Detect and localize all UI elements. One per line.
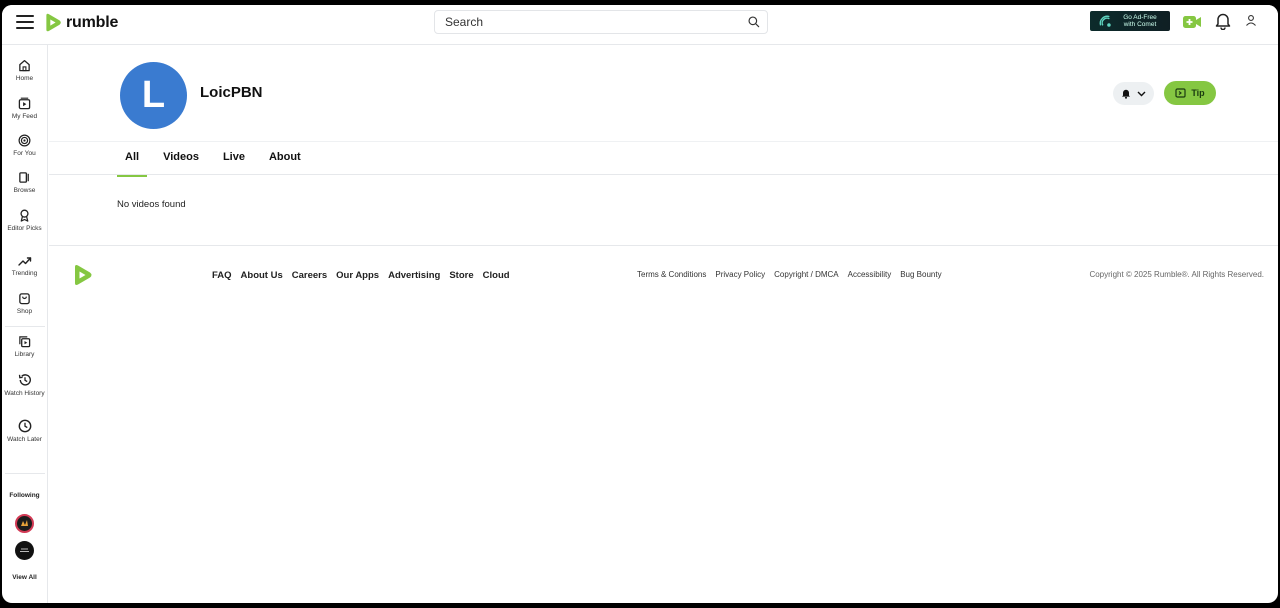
- sidebar-item-watch-later[interactable]: Watch Later: [2, 419, 47, 444]
- upload-video-icon[interactable]: [1182, 14, 1202, 30]
- top-header: rumble Go Ad-Free with Comet: [2, 5, 1278, 45]
- footer-link-about-us[interactable]: About Us: [241, 270, 283, 281]
- sidebar-item-label: Watch Later: [7, 436, 42, 443]
- tabs-divider: [49, 174, 1278, 175]
- left-sidebar: Home My Feed For You Browse Editor Picks…: [2, 45, 48, 603]
- search-box[interactable]: [434, 10, 768, 34]
- sidebar-item-label: Browse: [13, 187, 36, 194]
- sidebar-divider: [5, 473, 45, 474]
- bell-icon: [1122, 89, 1130, 99]
- sidebar-item-library[interactable]: Library: [2, 335, 47, 359]
- footer-rumble-logo[interactable]: [70, 263, 94, 292]
- legal-link-terms[interactable]: Terms & Conditions: [637, 270, 706, 279]
- user-account-icon[interactable]: [1245, 14, 1257, 27]
- comet-icon: [1099, 15, 1111, 27]
- footer-link-cloud[interactable]: Cloud: [483, 270, 510, 281]
- rumble-play-icon: [75, 265, 92, 285]
- followed-channel-avatar[interactable]: [15, 541, 34, 560]
- legal-link-bug-bounty[interactable]: Bug Bounty: [900, 270, 941, 279]
- sidebar-item-label: Library: [14, 351, 35, 358]
- feed-icon: [18, 97, 31, 110]
- channel-logo-icon: [20, 548, 29, 552]
- sidebar-item-home[interactable]: Home: [2, 59, 47, 83]
- sidebar-item-label: Shop: [16, 308, 33, 315]
- legal-link-accessibility[interactable]: Accessibility: [848, 270, 892, 279]
- sidebar-divider: [5, 326, 45, 327]
- sidebar-item-my-feed[interactable]: My Feed: [2, 97, 47, 121]
- sidebar-item-label: Trending: [11, 270, 38, 277]
- history-icon: [18, 374, 31, 386]
- view-all-following-link[interactable]: View All: [2, 574, 47, 581]
- notification-bell-icon[interactable]: [1215, 12, 1231, 30]
- menu-icon[interactable]: [16, 15, 34, 29]
- sidebar-item-editor-picks[interactable]: Editor Picks: [2, 209, 47, 233]
- legal-link-privacy[interactable]: Privacy Policy: [715, 270, 765, 279]
- sidebar-item-browse[interactable]: Browse: [2, 171, 47, 195]
- sidebar-item-watch-history[interactable]: Watch History: [2, 373, 47, 398]
- shopping-bag-icon: [19, 293, 30, 305]
- legal-link-copyright-dmca[interactable]: Copyright / DMCA: [774, 270, 838, 279]
- search-icon[interactable]: [747, 15, 761, 29]
- tip-icon: [1175, 88, 1186, 98]
- sidebar-item-label: Home: [15, 75, 34, 82]
- clock-icon: [18, 419, 31, 433]
- footer-link-our-apps[interactable]: Our Apps: [336, 270, 379, 281]
- following-heading: Following: [9, 492, 40, 499]
- tip-label: Tip: [1191, 88, 1205, 98]
- footer-links: FAQ About Us Careers Our Apps Advertisin…: [212, 270, 510, 281]
- sidebar-item-for-you[interactable]: For You: [2, 134, 47, 158]
- sidebar-item-label: Watch History: [4, 390, 45, 397]
- sidebar-item-label: Editor Picks: [7, 225, 42, 232]
- tip-button[interactable]: Tip: [1164, 81, 1216, 105]
- browser-frame: rumble Go Ad-Free with Comet: [2, 5, 1278, 603]
- sidebar-item-label: For You: [13, 150, 36, 157]
- trending-icon: [17, 257, 31, 266]
- go-adfree-banner[interactable]: Go Ad-Free with Comet: [1090, 11, 1170, 31]
- home-icon: [19, 60, 30, 72]
- footer-link-careers[interactable]: Careers: [292, 270, 327, 281]
- legal-links: Terms & Conditions Privacy Policy Copyri…: [637, 270, 942, 279]
- footer-divider: [49, 245, 1278, 246]
- empty-state-message: No videos found: [117, 199, 186, 210]
- channel-name: LoicPBN: [200, 84, 263, 101]
- copyright-text: Copyright © 2025 Rumble®. All Rights Res…: [1089, 270, 1264, 279]
- chevron-down-icon: [1137, 91, 1146, 96]
- footer-link-store[interactable]: Store: [449, 270, 473, 281]
- target-icon: [18, 134, 31, 147]
- footer-link-advertising[interactable]: Advertising: [388, 270, 440, 281]
- library-icon: [19, 336, 31, 348]
- followed-channel-avatar[interactable]: [15, 514, 34, 533]
- sidebar-item-trending[interactable]: Trending: [2, 255, 47, 278]
- rumble-play-icon: [46, 13, 61, 32]
- header-divider: [49, 141, 1278, 142]
- browse-icon: [19, 172, 29, 183]
- channel-logo-icon: [21, 520, 28, 526]
- award-ribbon-icon: [20, 209, 29, 222]
- footer-link-faq[interactable]: FAQ: [212, 270, 232, 281]
- notification-settings-button[interactable]: [1113, 82, 1154, 105]
- channel-avatar: L: [120, 62, 187, 129]
- adfree-line-2: with Comet: [1123, 21, 1157, 28]
- search-input[interactable]: [435, 11, 725, 33]
- sidebar-item-shop[interactable]: Shop: [2, 292, 47, 316]
- rumble-logo[interactable]: rumble: [42, 12, 118, 33]
- adfree-line-1: Go Ad-Free: [1123, 14, 1157, 21]
- logo-text: rumble: [66, 13, 119, 31]
- sidebar-item-label: My Feed: [11, 113, 38, 120]
